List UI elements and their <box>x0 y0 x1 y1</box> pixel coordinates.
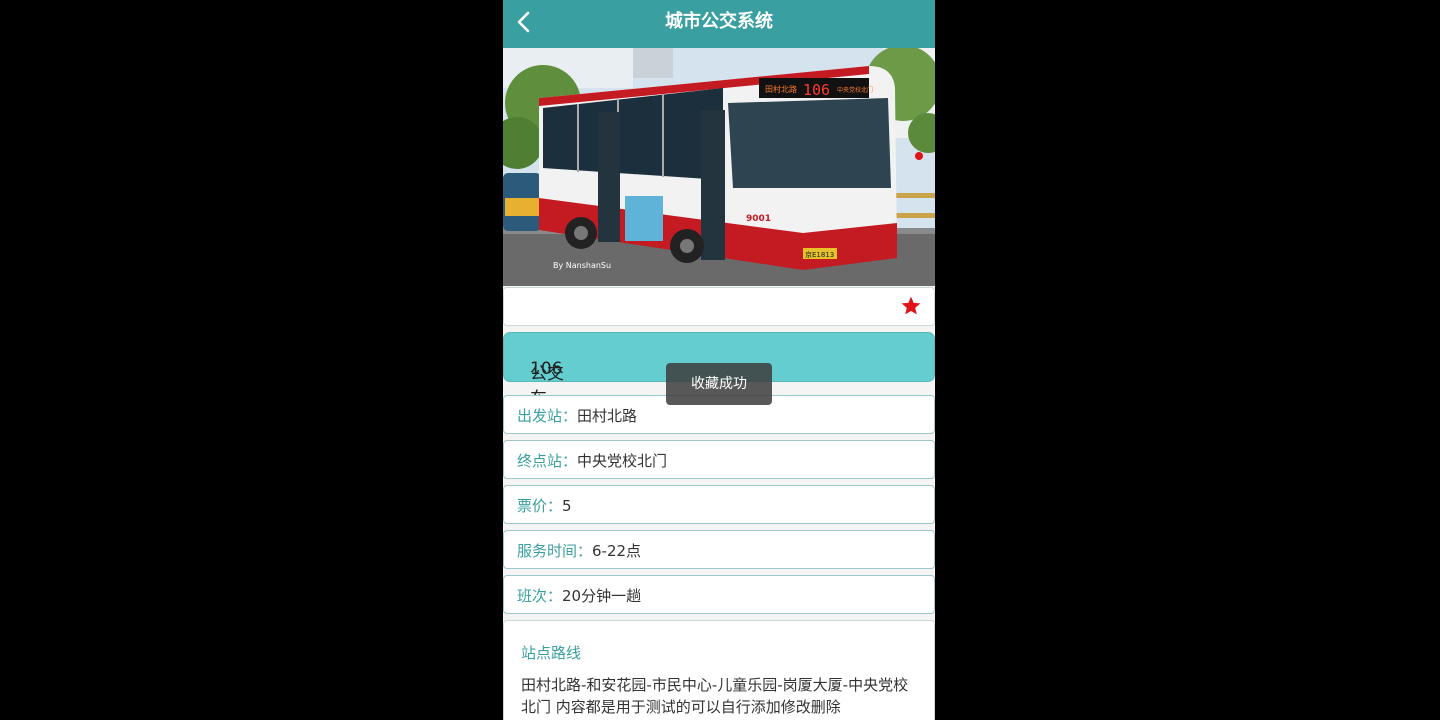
detail-value: 5 <box>562 497 572 515</box>
detail-label: 服务时间： <box>517 542 593 560</box>
detail-value: 田村北路 <box>577 407 638 425</box>
detail-row-end: 终点站：中央党校北门 <box>503 440 935 479</box>
route-card: 站点路线 田村北路-和安花园-市民中心-儿童乐园-岗厦大厦-中央党校北门 内容都… <box>503 620 935 720</box>
star-icon[interactable] <box>900 295 922 317</box>
photo-watermark: By NanshanSu <box>553 261 611 270</box>
detail-value: 20分钟一趟 <box>562 587 642 605</box>
toast-message: 收藏成功 <box>666 363 772 405</box>
detail-value: 中央党校北门 <box>577 452 668 470</box>
detail-label: 票价： <box>517 497 563 515</box>
bus-fleet-number: 9001 <box>746 214 771 224</box>
sign-start-text: 田村北路 <box>765 84 797 94</box>
header-bar: 城市公交系统 <box>503 0 935 48</box>
route-text: 田村北路-和安花园-市民中心-儿童乐园-岗厦大厦-中央党校北门 内容都是用于测试… <box>521 676 909 716</box>
detail-label: 班次： <box>517 587 563 605</box>
detail-row-hours: 服务时间：6-22点 <box>503 530 935 569</box>
detail-row-frequency: 班次：20分钟一趟 <box>503 575 935 614</box>
bus-photo: 田村北路 106 中央党校北门 9001 京E1813 By NanshanSu <box>503 48 935 286</box>
license-plate: 京E1813 <box>805 250 834 259</box>
route-title: 站点路线 <box>521 644 582 662</box>
detail-label: 终点站： <box>517 452 578 470</box>
detail-label: 出发站： <box>517 407 578 425</box>
favorite-bar <box>503 287 935 326</box>
sign-route-number: 106 <box>803 81 830 99</box>
detail-value: 6-22点 <box>592 542 642 560</box>
phone-screen: 城市公交系统 田村北路 106 中央党校北门 9001 京E1813 By Na… <box>503 0 935 720</box>
page-title: 城市公交系统 <box>665 11 773 32</box>
detail-row-fare: 票价：5 <box>503 485 935 524</box>
sign-end-text: 中央党校北门 <box>837 86 873 94</box>
bus-number-value: 106 <box>530 359 563 379</box>
